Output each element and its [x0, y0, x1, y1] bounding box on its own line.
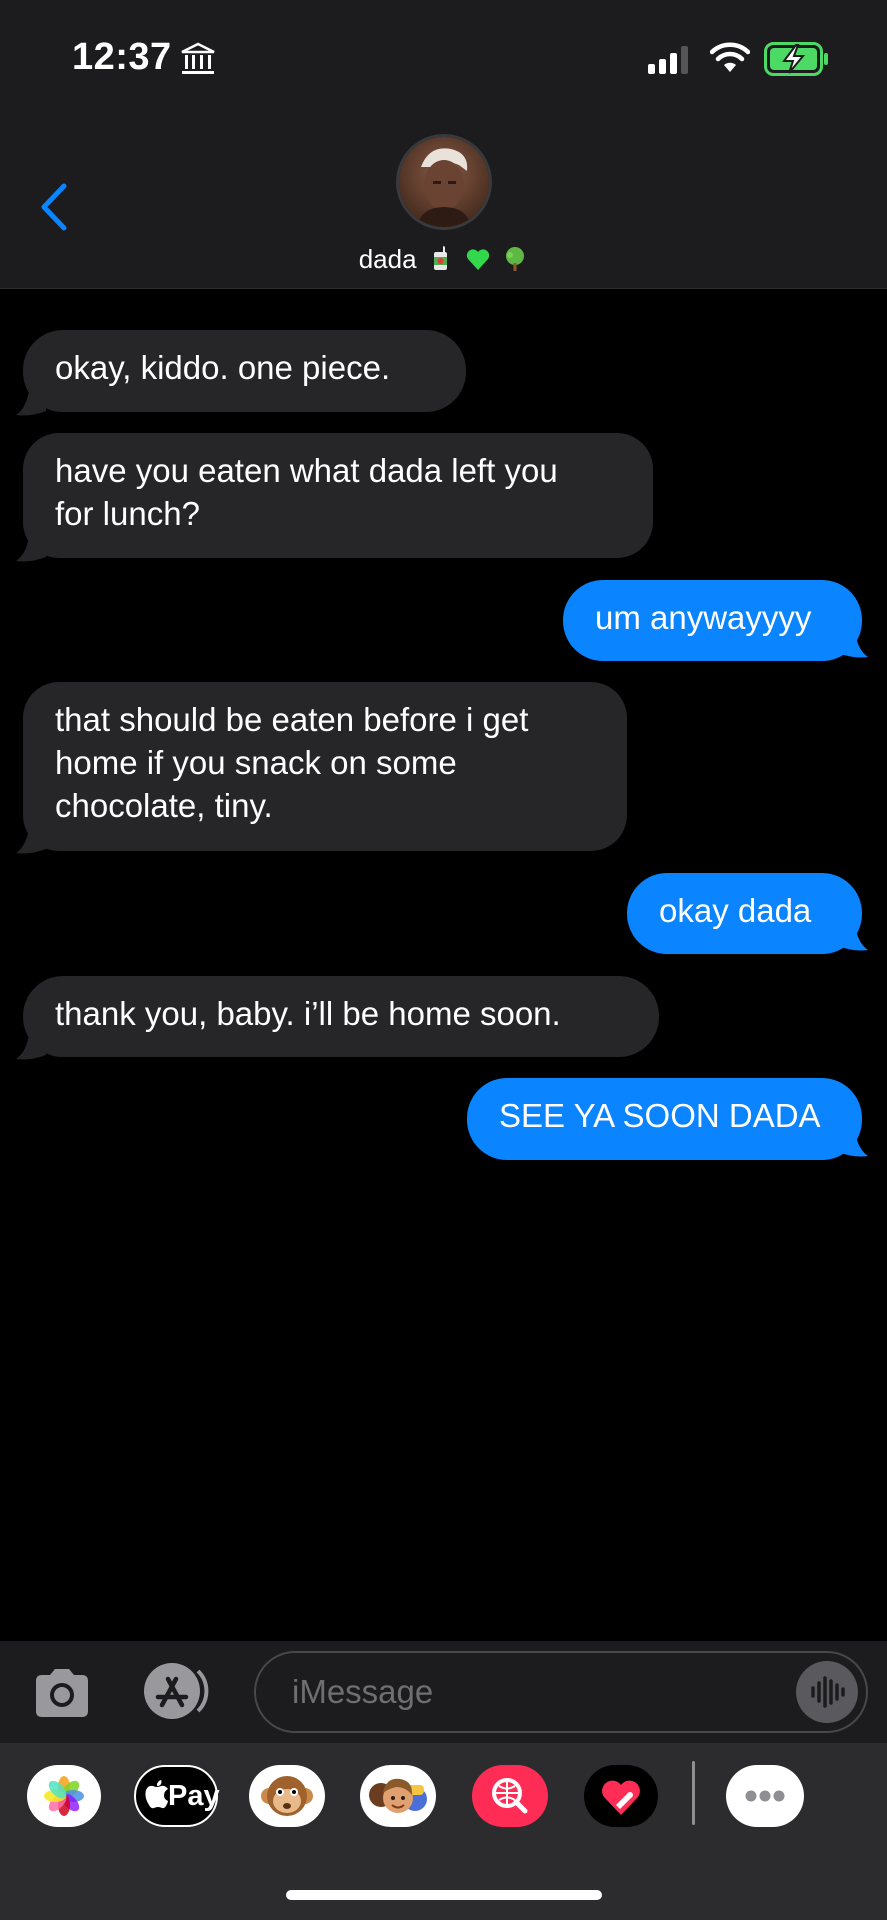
digital-touch-icon[interactable]: [584, 1765, 658, 1827]
message-text-line: that should be eaten before i get: [55, 701, 529, 738]
message-text: SEE YA SOON DADA: [499, 1097, 821, 1134]
tray-divider: [692, 1761, 695, 1825]
message-text: um anywayyyy: [595, 599, 812, 636]
message-thread[interactable]: okay, kiddo. one piece. have you eaten w…: [0, 289, 887, 1641]
audio-message-button[interactable]: [796, 1661, 858, 1723]
message-text-line: home if you snack on some: [55, 744, 457, 781]
message-text: okay, kiddo. one piece.: [55, 349, 391, 386]
cellular-signal-icon: [648, 46, 688, 74]
incoming-message[interactable]: have you eaten what dada left you for lu…: [23, 433, 653, 558]
more-icon[interactable]: [726, 1765, 804, 1827]
contact-avatar[interactable]: [396, 134, 492, 230]
app-store-icon[interactable]: [142, 1661, 218, 1721]
incoming-message[interactable]: thank you, baby. i’ll be home soon.: [23, 976, 659, 1057]
message-input[interactable]: iMessage: [254, 1651, 868, 1733]
home-indicator[interactable]: [286, 1890, 602, 1900]
wifi-icon: [710, 42, 750, 72]
photos-icon[interactable]: [27, 1765, 101, 1827]
battery-charging-icon: [764, 42, 828, 76]
incoming-message[interactable]: that should be eaten before i get home i…: [23, 682, 627, 851]
incoming-message[interactable]: okay, kiddo. one piece.: [23, 330, 466, 412]
bank-icon: [181, 42, 215, 74]
message-text: okay dada: [659, 892, 812, 929]
animoji-icon[interactable]: [249, 1765, 325, 1827]
outgoing-message[interactable]: um anywayyyy: [563, 580, 862, 661]
camera-icon[interactable]: [30, 1665, 94, 1721]
juice-box-emoji-icon: [433, 246, 447, 270]
message-text-line: for lunch?: [55, 495, 200, 532]
conversation-header: 12:37 dada: [0, 0, 887, 289]
back-chevron-icon[interactable]: [34, 180, 74, 234]
waveform-icon: [811, 1676, 845, 1708]
message-text-line: chocolate, tiny.: [55, 787, 273, 824]
outgoing-message[interactable]: SEE YA SOON DADA: [467, 1078, 862, 1160]
outgoing-message[interactable]: okay dada: [627, 873, 862, 954]
memoji-icon[interactable]: [360, 1765, 436, 1827]
message-text-line: have you eaten what dada left you: [55, 452, 558, 489]
apple-logo-icon: [145, 1780, 168, 1809]
contact-name: dada: [358, 244, 417, 274]
message-text: thank you, baby. i’ll be home soon.: [55, 995, 561, 1032]
tree-emoji-icon: [506, 247, 525, 271]
image-search-icon[interactable]: [472, 1765, 548, 1827]
contact-name-row[interactable]: dada: [0, 244, 887, 275]
apple-pay-label: Pay: [168, 1780, 220, 1812]
status-time: 12:37: [72, 36, 172, 78]
apple-pay-icon[interactable]: Pay: [134, 1765, 220, 1827]
compose-bar: iMessage: [0, 1641, 887, 1743]
message-input-placeholder: iMessage: [292, 1673, 434, 1710]
green-heart-emoji-icon: [466, 249, 490, 270]
